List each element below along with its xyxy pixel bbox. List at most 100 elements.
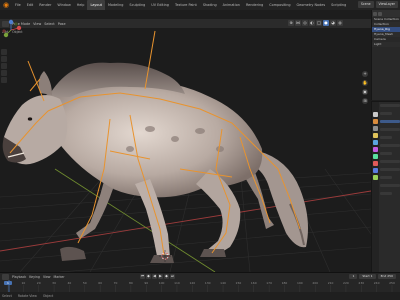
workspace-tab-rendering[interactable]: Rendering <box>243 0 266 10</box>
proportional-edit-icon[interactable]: ◎ <box>302 20 308 26</box>
property-row[interactable] <box>380 160 400 163</box>
scene-selector[interactable]: Scene <box>357 1 374 8</box>
playback-menu[interactable]: Playback <box>12 275 26 279</box>
overlays-icon[interactable]: ◐ <box>309 20 315 26</box>
outliner-search-icon[interactable] <box>378 11 382 16</box>
properties-tab-icon[interactable] <box>373 126 378 131</box>
keying-menu[interactable]: Keying <box>29 275 40 279</box>
outliner-panel: Scene Collection Collection Hyena_Rig Hyena… <box>371 10 400 100</box>
timeline-editor-type-button[interactable] <box>2 273 9 280</box>
timeline-view-menu[interactable]: View <box>43 275 51 279</box>
property-row[interactable] <box>380 176 392 179</box>
navigation-gizmo[interactable] <box>0 19 22 41</box>
select-tool-icon[interactable] <box>1 49 7 55</box>
ruler-tick-label: 90 <box>144 281 148 285</box>
current-frame-field[interactable]: 1 <box>349 274 358 279</box>
z-axis-gizmo-icon[interactable] <box>8 19 14 25</box>
transform-orientation-icon[interactable]: ⊕ <box>288 20 294 26</box>
perspective-toggle-icon[interactable]: ⊞ <box>362 98 368 104</box>
properties-tab-icon[interactable] <box>373 119 378 124</box>
properties-tab-icon[interactable] <box>373 168 378 173</box>
outliner-filter-icon[interactable] <box>373 11 377 16</box>
workspace-tab-sculpting[interactable]: Sculpting <box>126 0 148 10</box>
viewport-header: Pose Mode View Select Pose ⊕ ⋈ ◎ ◐ ◯ ● ◕… <box>0 19 371 28</box>
properties-tab-icon[interactable] <box>373 147 378 152</box>
viewport-canvas[interactable] <box>0 19 371 272</box>
marker-menu[interactable]: Marker <box>54 275 65 279</box>
workspace-tab-compositing[interactable]: Compositing <box>266 0 293 10</box>
property-row[interactable] <box>380 128 400 131</box>
play-icon[interactable]: ▶ <box>158 274 163 279</box>
properties-panel <box>371 101 400 273</box>
workspace-tab-texture-paint[interactable]: Texture Paint <box>172 0 200 10</box>
play-reverse-icon[interactable]: ◀ <box>152 274 157 279</box>
property-row[interactable] <box>380 192 392 195</box>
select-menu[interactable]: Select <box>44 22 54 26</box>
rotate-tool-icon[interactable] <box>1 70 7 76</box>
blender-logo-icon[interactable]: ◉ <box>2 1 10 9</box>
status-hint: Select <box>2 294 12 298</box>
workspace-tab-uv-editing[interactable]: UV Editing <box>148 0 172 10</box>
pan-hand-icon[interactable]: ✋ <box>362 80 368 86</box>
property-row[interactable] <box>380 136 392 139</box>
jump-start-icon[interactable]: ⏮ <box>140 274 145 279</box>
neg-x-gizmo-icon[interactable] <box>2 29 6 33</box>
wireframe-shading-icon[interactable]: ◯ <box>316 20 322 26</box>
ruler-tick-label: 210 <box>328 281 334 285</box>
timeline-ruler[interactable]: 0102030405060708090100110120130140150160… <box>0 280 400 292</box>
y-axis-gizmo-icon[interactable] <box>3 32 9 38</box>
playhead[interactable]: 1 <box>4 281 12 285</box>
workspace-tab-animation[interactable]: Animation <box>220 0 243 10</box>
rendered-shading-icon[interactable]: ◍ <box>337 20 343 26</box>
start-frame-field[interactable]: Start 1 <box>359 274 376 279</box>
property-row[interactable] <box>380 184 400 187</box>
properties-tab-icon[interactable] <box>373 161 378 166</box>
material-shading-icon[interactable]: ◕ <box>330 20 336 26</box>
property-row[interactable] <box>380 152 392 155</box>
menu-render[interactable]: Render <box>36 0 54 10</box>
neg-y-gizmo-icon[interactable] <box>14 22 18 26</box>
workspace-tab-shading[interactable]: Shading <box>200 0 220 10</box>
properties-tab-icon[interactable] <box>373 140 378 145</box>
ruler-tick-label: 110 <box>174 281 180 285</box>
menu-help[interactable]: Help <box>74 0 88 10</box>
ruler-tick-label: 130 <box>205 281 211 285</box>
ik-pole-bone-3[interactable] <box>29 78 41 92</box>
cursor-tool-icon[interactable] <box>1 56 7 62</box>
properties-tab-icon[interactable] <box>373 112 378 117</box>
3d-viewport[interactable]: Pose Mode View Select Pose ⊕ ⋈ ◎ ◐ ◯ ● ◕… <box>0 19 371 272</box>
workspace-tab-modeling[interactable]: Modeling <box>105 0 126 10</box>
properties-tab-icon[interactable] <box>373 154 378 159</box>
pose-menu[interactable]: Pose <box>58 22 66 26</box>
move-tool-icon[interactable] <box>1 63 7 69</box>
scale-tool-icon[interactable] <box>1 77 7 83</box>
timeline-header: Playback Keying View Marker ⏮ ◆ ◀ ▶ ◆ ⏭ … <box>0 273 400 280</box>
ruler-tick-label: 240 <box>374 281 380 285</box>
next-keyframe-icon[interactable]: ◆ <box>164 274 169 279</box>
property-row[interactable] <box>380 144 400 147</box>
properties-tab-icon[interactable] <box>373 133 378 138</box>
jump-end-icon[interactable]: ⏭ <box>170 274 175 279</box>
zoom-icon[interactable]: + <box>362 71 368 77</box>
property-row[interactable] <box>380 168 400 171</box>
properties-tab-icon[interactable] <box>373 175 378 180</box>
property-row[interactable] <box>380 104 400 107</box>
workspace-tab-geometry-nodes[interactable]: Geometry Nodes <box>294 0 329 10</box>
view-layer-selector[interactable]: ViewLayer <box>375 1 398 8</box>
workspace-tab-layout[interactable]: Layout <box>87 0 105 10</box>
property-row[interactable] <box>380 112 392 115</box>
menu-window[interactable]: Window <box>54 0 73 10</box>
x-axis-gizmo-icon[interactable] <box>16 25 22 31</box>
hyena-model[interactable] <box>2 62 308 263</box>
snap-icon[interactable]: ⋈ <box>295 20 301 26</box>
view-menu[interactable]: View <box>33 22 41 26</box>
menu-edit[interactable]: Edit <box>24 0 37 10</box>
menu-file[interactable]: File <box>12 0 24 10</box>
camera-view-icon[interactable]: ▣ <box>362 89 368 95</box>
workspace-tab-scripting[interactable]: Scripting <box>328 0 349 10</box>
property-row[interactable] <box>380 120 400 123</box>
prev-keyframe-icon[interactable]: ◆ <box>146 274 151 279</box>
solid-shading-icon[interactable]: ● <box>323 20 329 26</box>
outliner-item[interactable]: Light <box>372 42 400 47</box>
end-frame-field[interactable]: End 250 <box>377 274 396 279</box>
